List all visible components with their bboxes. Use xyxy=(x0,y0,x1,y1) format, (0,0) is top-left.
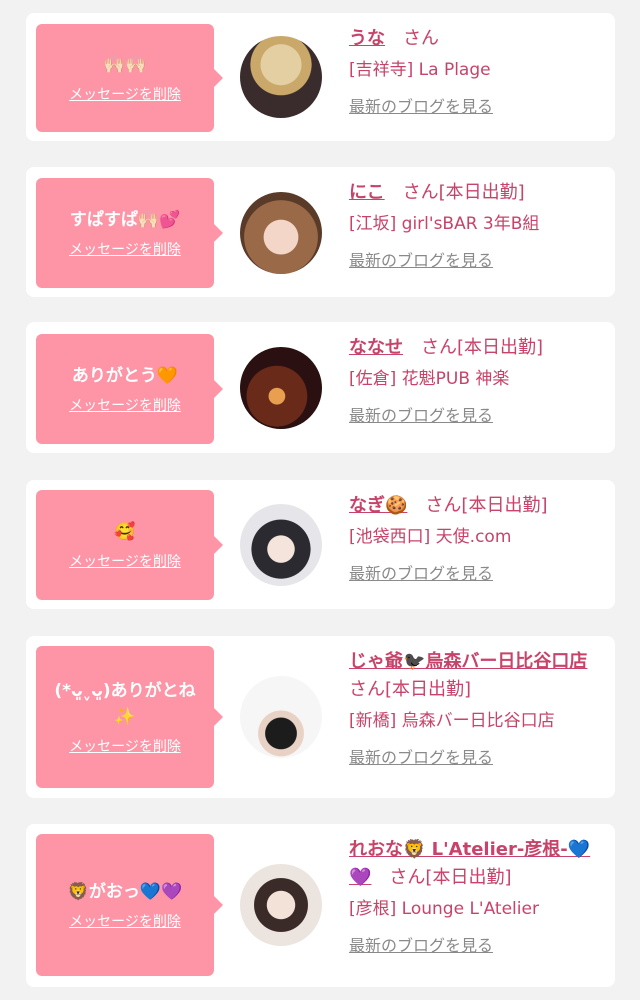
shop-info: [佐倉] 花魁PUB 神楽 xyxy=(349,369,510,389)
shop-info: [吉祥寺] La Plage xyxy=(349,60,491,80)
honorific: さん xyxy=(421,337,457,358)
message-card: ありがとう🧡 メッセージを削除 ななせ さん[本日出勤] [佐倉] 花魁PUB 神… xyxy=(26,322,615,453)
shop-info: [江坂] girl'sBAR 3年B組 xyxy=(349,214,540,234)
message-text: ありがとう🧡 xyxy=(71,366,179,386)
honorific: さん xyxy=(403,28,439,49)
attendance-badge: [本日出勤] xyxy=(457,337,544,358)
shop-info: [彦根] Lounge L'Atelier xyxy=(349,899,539,919)
message-card: (*ᴗ͈ˬᴗ͈)ありがとね✨ メッセージを削除 じゃ爺🐦‍⬛烏森バー日比谷口店さ… xyxy=(26,636,615,798)
latest-blog-link[interactable]: 最新のブログを見る xyxy=(349,746,493,770)
message-text: 🦁がおっ💙💜 xyxy=(67,882,183,902)
attendance-badge: [本日出勤] xyxy=(425,867,512,888)
honorific: さん xyxy=(402,182,439,203)
message-bubble: ありがとう🧡 メッセージを削除 xyxy=(36,334,223,444)
message-card: 🥰 メッセージを削除 なぎ🍪 さん[本日出勤] [池袋西口] 天使.com 最新の… xyxy=(26,480,615,609)
message-card: 🙌🏻🙌🏻 メッセージを削除 うな さん [吉祥寺] La Plage 最新のブログ… xyxy=(26,13,615,141)
delete-message-link[interactable]: メッセージを削除 xyxy=(69,553,181,571)
avatar[interactable] xyxy=(240,192,322,274)
cast-name-link[interactable]: じゃ爺🐦‍⬛烏森バー日比谷口店 xyxy=(349,651,587,672)
attendance-badge: [本日出勤] xyxy=(385,679,472,700)
delete-message-link[interactable]: メッセージを削除 xyxy=(69,397,181,415)
message-text: (*ᴗ͈ˬᴗ͈)ありがとね✨ xyxy=(54,681,196,727)
message-bubble: (*ᴗ͈ˬᴗ͈)ありがとね✨ メッセージを削除 xyxy=(36,646,223,788)
message-bubble: 🦁がおっ💙💜 メッセージを削除 xyxy=(36,834,223,976)
avatar[interactable] xyxy=(240,864,322,946)
avatar[interactable] xyxy=(240,676,322,758)
latest-blog-link[interactable]: 最新のブログを見る xyxy=(349,249,493,273)
message-card: 🦁がおっ💙💜 メッセージを削除 れおな🦁 L'Atelier-彦根-💙💜 さん[本… xyxy=(26,824,615,987)
cast-name-link[interactable]: にこ xyxy=(349,182,385,203)
honorific: さん xyxy=(349,679,385,700)
honorific: さん xyxy=(425,495,462,516)
latest-blog-link[interactable]: 最新のブログを見る xyxy=(349,934,493,958)
cast-name-link[interactable]: ななせ xyxy=(349,337,403,358)
attendance-badge: [本日出勤] xyxy=(438,182,525,203)
avatar[interactable] xyxy=(240,504,322,586)
cast-name-link[interactable]: なぎ🍪 xyxy=(349,495,407,516)
message-text: 🥰 xyxy=(114,522,136,542)
shop-info: [新橋] 烏森バー日比谷口店 xyxy=(349,711,555,731)
message-text: 🙌🏻🙌🏻 xyxy=(103,55,147,75)
avatar[interactable] xyxy=(240,36,322,118)
latest-blog-link[interactable]: 最新のブログを見る xyxy=(349,404,493,428)
delete-message-link[interactable]: メッセージを削除 xyxy=(69,86,181,104)
message-bubble: 🙌🏻🙌🏻 メッセージを削除 xyxy=(36,24,223,132)
message-text: すぱすぱ🙌🏻💕 xyxy=(69,210,181,230)
message-card: すぱすぱ🙌🏻💕 メッセージを削除 にこ さん[本日出勤] [江坂] girl'sB… xyxy=(26,167,615,297)
message-bubble: 🥰 メッセージを削除 xyxy=(36,490,223,600)
avatar[interactable] xyxy=(240,347,322,429)
honorific: さん xyxy=(389,867,426,888)
shop-info: [池袋西口] 天使.com xyxy=(349,527,512,547)
latest-blog-link[interactable]: 最新のブログを見る xyxy=(349,562,493,586)
cast-name-link[interactable]: うな xyxy=(349,28,385,49)
latest-blog-link[interactable]: 最新のブログを見る xyxy=(349,95,493,119)
attendance-badge: [本日出勤] xyxy=(461,495,548,516)
delete-message-link[interactable]: メッセージを削除 xyxy=(69,738,181,756)
message-bubble: すぱすぱ🙌🏻💕 メッセージを削除 xyxy=(36,178,223,288)
delete-message-link[interactable]: メッセージを削除 xyxy=(69,241,181,259)
delete-message-link[interactable]: メッセージを削除 xyxy=(69,913,181,931)
